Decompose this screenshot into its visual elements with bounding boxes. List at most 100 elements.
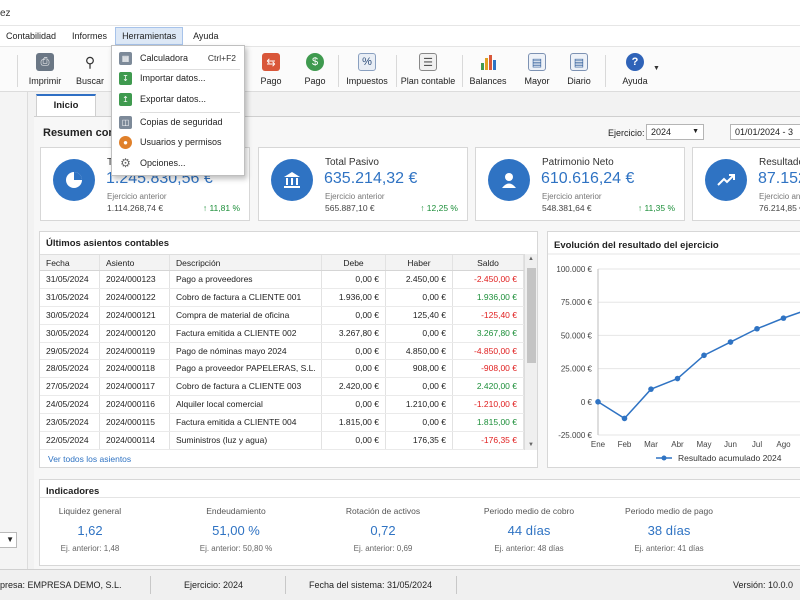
menu-herramientas[interactable]: Herramientas [115,27,184,45]
table-cell: 2.420,00 € [322,378,386,396]
payment-coins-button[interactable]: $ Pago [302,51,328,91]
ejercicio-select[interactable]: 2024 ▼ [646,124,704,140]
indicators-panel: Indicadores Liquidez general 1,62 Ej. ante… [39,479,800,566]
data-point [595,399,601,405]
table-cell: 31/05/2024 [40,288,100,306]
tab-inicio[interactable]: Inicio [36,94,96,116]
table-cell: 1.936,00 € [453,288,524,306]
table-cell: 125,40 € [386,306,453,324]
data-point [780,315,787,321]
table-cell: 0,00 € [386,288,453,306]
table-row[interactable]: 29/05/2024 2024/000119 Pago de nóminas may… [40,342,524,361]
trend-up-icon [705,159,747,201]
table-row[interactable]: 27/05/2024 2024/000117 Cobro de factura a … [40,378,524,397]
table-cell: 2024/000120 [100,324,170,342]
table-cell: 2024/000114 [100,432,170,449]
export-icon: ↥ [119,92,132,106]
table-scrollbar[interactable]: ▲ ▼ [524,254,537,450]
menu-item-importar[interactable]: ↧ Importar datos... [112,68,244,88]
indicator-value: 1,62 [77,523,103,538]
ledger-button[interactable]: ▤ Mayor [522,51,552,91]
table-row[interactable]: 23/05/2024 2024/000115 Factura emitida a C… [40,414,524,433]
table-cell: 0,00 € [322,342,386,360]
menu-item-exportar[interactable]: ↥ Exportar datos... [112,89,244,109]
table-row[interactable]: 24/05/2024 2024/000116 Alquiler local come… [40,396,524,415]
menu-informes[interactable]: Informes [66,27,113,45]
y-tick-label: 25.000 € [561,365,593,374]
menu-item-usuarios[interactable]: ● Usuarios y permisos [112,132,244,152]
percent-icon: % [358,53,376,71]
menu-item-opciones[interactable]: ⚙ Opciones... [112,153,244,173]
menu-item-calculadora[interactable]: ▦ Calculadora Ctrl+F2 [112,48,244,68]
table-row[interactable]: 30/05/2024 2024/000121 Compra de material … [40,306,524,325]
see-all-entries-link[interactable]: Ver todos los asientos [48,454,131,464]
menu-bar: Contabilidad Informes Herramientas Ayuda [0,26,800,46]
status-company: presa: EMPRESA DEMO, S.L. [0,580,122,590]
scroll-thumb[interactable] [527,268,536,363]
table-cell: 30/05/2024 [40,324,100,342]
menu-ayuda[interactable]: Ayuda [187,27,224,45]
menu-contabilidad[interactable]: Contabilidad [0,27,62,45]
help-dropdown-arrow-icon[interactable]: ▼ [653,65,660,72]
toolbar-separator [338,55,339,87]
table-row[interactable]: 30/05/2024 2024/000120 Factura emitida a C… [40,324,524,343]
indicator-prev: Ej. anterior: 0,69 [353,544,413,553]
data-point [674,375,681,382]
indicator-3: Periodo medio de cobro 44 días Ej. anterio… [469,506,589,553]
table-cell: 2024/000115 [100,414,170,432]
table-row[interactable]: 31/05/2024 2024/000122 Cobro de factura a … [40,288,524,307]
table-cell: 1.210,00 € [386,396,453,414]
payment-button[interactable]: ⇆ Pago [258,51,284,91]
y-tick-label: 100.000 € [556,265,592,274]
table-row[interactable]: 22/05/2024 2024/000114 Suministros (luz y … [40,432,524,450]
legend-marker [661,455,667,461]
chart-of-accounts-button[interactable]: ☰ Plan contable [401,51,455,91]
pie-chart-icon [53,159,95,201]
indicator-prev: Ej. anterior: 50,80 % [199,544,273,553]
indicator-value: 44 días [507,523,551,538]
indicator-label: Liquidez general [58,506,122,516]
table-cell: 2024/000123 [100,271,170,288]
toolbar-separator [17,55,18,87]
table-row[interactable]: 31/05/2024 2024/000123 Pago a proveedores 0… [40,271,524,289]
help-button[interactable]: ? Ayuda [618,51,652,91]
table-cell: 22/05/2024 [40,432,100,449]
table-cell: 0,00 € [322,306,386,324]
kpi-card-total-pasivo: Total Pasivo 635.214,32 € Ejercicio ante… [258,147,468,221]
data-point [727,339,734,345]
indicator-4: Periodo medio de pago 38 días Ej. anterior… [609,506,729,553]
search-button[interactable]: ⚲ Buscar [74,51,106,91]
table-cell: Compra de material de oficina [170,306,322,324]
menu-item-copias[interactable]: ◫ Copias de seguridad [112,112,244,132]
journal-button[interactable]: ▤ Diario [566,51,592,91]
kpi-card-patrimonio-neto: Patrimonio Neto 610.616,24 € Ejercicio a… [475,147,685,221]
table-cell: 4.850,00 € [386,342,453,360]
x-tick-label: Ago [776,440,791,449]
table-cell: 2024/000116 [100,396,170,414]
table-row[interactable]: 28/05/2024 2024/000118 Pago a proveedor PA… [40,360,524,379]
x-tick-label: Mar [644,440,658,449]
y-tick-label: 0 € [581,398,593,407]
date-range-field[interactable]: 01/01/2024 - 3 [730,124,800,140]
print-button[interactable]: ⎙ Imprimir [26,51,64,91]
table-cell: 176,35 € [386,432,453,449]
journal-entries-panel: Últimos asientos contables Fecha Asiento… [39,231,538,468]
scroll-down-icon[interactable]: ▼ [528,442,534,448]
table-cell: Pago de nóminas mayo 2024 [170,342,322,360]
data-point [648,386,654,392]
left-select-arrow-icon[interactable]: ▼ [0,532,17,548]
x-tick-label: Feb [618,440,632,449]
journal-icon: ▤ [570,53,588,71]
table-cell: Suministros (luz y agua) [170,432,322,449]
bank-icon [271,159,313,201]
scroll-up-icon[interactable]: ▲ [528,256,534,262]
table-cell: Pago a proveedor PAPELERAS, S.L. [170,360,322,378]
change-badge: ↑ 12,25 % [420,203,458,213]
y-tick-label: 50.000 € [561,331,593,340]
data-point [621,415,628,422]
balances-button[interactable]: Balances [469,51,507,91]
status-bar: presa: EMPRESA DEMO, S.L. Ejercicio: 202… [0,569,800,600]
status-system-date: Fecha del sistema: 31/05/2024 [309,580,433,590]
person-icon [488,159,530,201]
taxes-button[interactable]: % Impuestos [344,51,390,91]
